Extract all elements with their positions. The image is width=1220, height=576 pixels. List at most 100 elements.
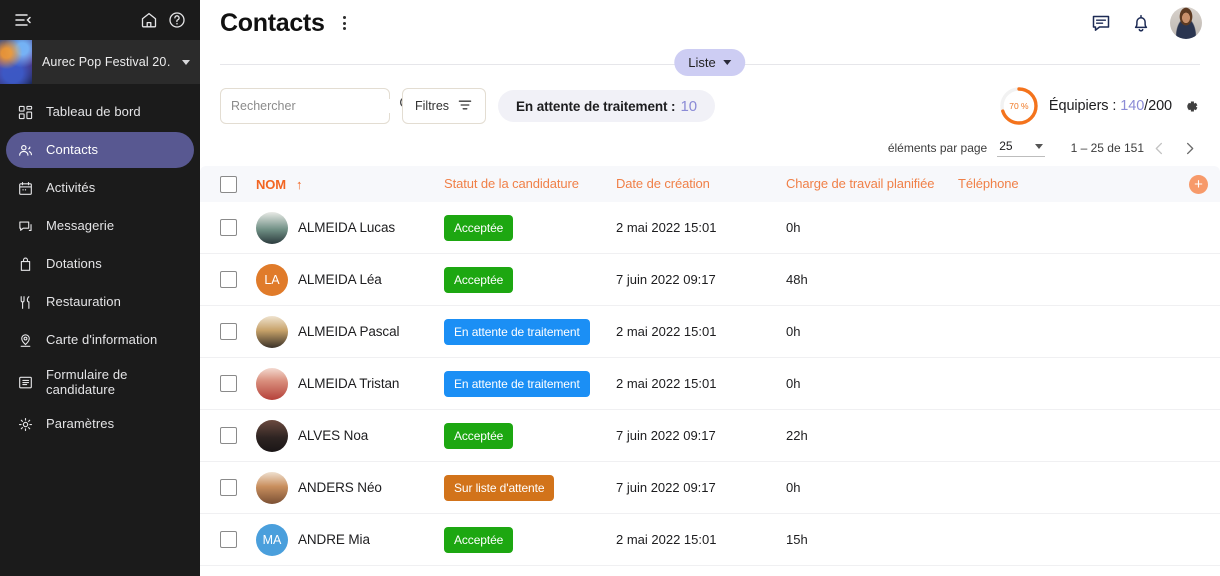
chevron-right-icon[interactable] [1174,133,1204,163]
contact-name: ANDRE Mia [298,532,370,547]
status-badge[interactable]: Acceptée [444,266,514,293]
sidebar-top-bar [0,0,200,40]
sidebar-item-dotations[interactable]: Dotations [6,246,194,282]
cell-date: 7 juin 2022 09:17 [616,272,716,287]
table-row[interactable]: ALMEIDA Pascal En attente de traitement … [200,306,1220,358]
home-icon[interactable] [140,11,158,29]
column-label-statut: Statut de la candidature [444,176,579,191]
page-title: Contacts [220,8,325,37]
equipiers-total: /200 [1144,98,1172,114]
contact-name: ANDERS Néo [298,480,382,495]
status-badge[interactable]: Sur liste d'attente [444,474,555,501]
sidebar-item-restauration[interactable]: Restauration [6,284,194,320]
cutlery-icon [16,295,34,310]
collapse-sidebar-icon[interactable] [14,11,32,29]
cell-nom: ALMEIDA Tristan [256,367,444,400]
page-range-label: 1 – 25 de 151 [1070,141,1144,155]
cell-charge: 0h [786,324,801,339]
row-checkbox[interactable] [220,427,237,444]
main-content: Contacts Liste Rechercher Filtres En att… [200,0,1220,576]
row-checkbox[interactable] [220,531,237,548]
search-box[interactable] [220,88,414,124]
cell-statut: Acceptée [444,214,616,241]
column-header-telephone[interactable]: Téléphone [958,175,1189,193]
chevron-down-icon [723,60,732,65]
column-label-date: Date de création [616,176,710,191]
avatar [256,419,288,452]
chat-icon[interactable] [1090,12,1112,34]
sidebar-item-label: Messagerie [46,218,115,234]
sidebar-item-tableau-de-bord[interactable]: Tableau de bord [6,94,194,130]
equipiers-current: 140 [1120,98,1145,114]
chevron-left-icon[interactable] [1144,133,1174,163]
row-checkbox[interactable] [220,479,237,496]
table-row[interactable]: MA ANDRE Mia Acceptée 2 mai 2022 15:01 15… [200,514,1220,566]
workspace-name: Aurec Pop Festival 20… [42,55,172,69]
select-all-checkbox[interactable] [220,175,237,193]
sidebar-item-carte-dinformation[interactable]: Carte d'information [6,322,194,358]
column-header-statut[interactable]: Statut de la candidature [444,175,616,193]
equipiers-text: Équipiers : 140/200 [1049,98,1172,114]
cell-date: 2 mai 2022 15:01 [616,376,717,391]
bell-icon[interactable] [1130,12,1152,34]
help-circle-icon[interactable] [168,11,186,29]
sidebar-item-formulaire-de-candidature[interactable]: Formulaire de candidature [6,360,194,404]
page-header: Contacts [200,0,1220,46]
sidebar-item-activites[interactable]: Activités [6,170,194,206]
row-checkbox[interactable] [220,219,237,236]
table-row[interactable]: ALVES Noa Acceptée 7 juin 2022 09:17 22h [200,410,1220,462]
cell-nom: ANDERS Néo [256,471,444,504]
gear-icon [16,417,34,432]
table-row[interactable]: LA ALMEIDA Léa Acceptée 7 juin 2022 09:17… [200,254,1220,306]
equipiers-summary: 70 % Équipiers : 140/200 [998,85,1200,127]
cell-statut: En attente de traitement [444,318,616,345]
row-select-cell [220,271,256,288]
dashboard-icon [16,105,34,120]
row-checkbox[interactable] [220,323,237,340]
column-header-nom[interactable]: NOM ↑ [256,177,444,192]
table-row[interactable]: ALMEIDA Tristan En attente de traitement… [200,358,1220,410]
status-badge[interactable]: En attente de traitement [444,318,590,345]
row-select-cell [220,323,256,340]
bag-icon [16,256,34,272]
workspace-switcher[interactable]: Aurec Pop Festival 20… [0,40,200,84]
row-checkbox[interactable] [220,375,237,392]
status-badge[interactable]: En attente de traitement [444,370,590,397]
status-badge[interactable]: Acceptée [444,214,514,241]
avatar [256,211,288,244]
row-checkbox[interactable] [220,271,237,288]
gear-icon[interactable] [1181,97,1200,116]
filter-icon [457,97,473,116]
sidebar-item-label: Contacts [46,142,99,158]
sidebar-item-label: Formulaire de candidature [46,366,128,397]
status-badge[interactable]: Acceptée [444,422,514,449]
contact-name: ALMEIDA Pascal [298,324,400,339]
pending-filter-badge[interactable]: En attente de traitement : 10 [498,90,715,122]
table-row[interactable]: ALMEIDA Lucas Acceptée 2 mai 2022 15:01 … [200,202,1220,254]
avatar[interactable] [1170,7,1202,39]
more-vertical-icon[interactable] [339,12,350,34]
cell-statut: Sur liste d'attente [444,474,616,501]
table-row[interactable]: ANDERS Néo Sur liste d'attente 7 juin 20… [200,462,1220,514]
column-header-charge[interactable]: Charge de travail planifiée [786,175,958,193]
sidebar-item-contacts[interactable]: Contacts [6,132,194,168]
app-root: Aurec Pop Festival 20… Tableau de bord C… [0,0,1220,576]
sidebar-item-messagerie[interactable]: Messagerie [6,208,194,244]
view-switch-liste[interactable]: Liste [674,49,746,76]
filters-button[interactable]: Filtres [402,88,487,124]
status-badge[interactable]: Acceptée [444,526,514,553]
add-column-button[interactable]: + [1189,174,1208,194]
per-page-select[interactable]: 25 [997,139,1045,157]
cell-charge: 0h [786,220,801,235]
cell-nom: MA ANDRE Mia [256,523,444,556]
search-input[interactable] [231,99,392,113]
progress-percent-label: 70 % [1009,101,1029,111]
cell-charge: 0h [786,480,801,495]
row-select-cell [220,219,256,236]
chevron-down-icon[interactable] [182,59,190,65]
column-header-date[interactable]: Date de création [616,175,786,193]
cell-charge: 15h [786,532,808,547]
table-body: ALMEIDA Lucas Acceptée 2 mai 2022 15:01 … [200,202,1220,566]
sidebar-item-parametres[interactable]: Paramètres [6,406,194,442]
sidebar: Aurec Pop Festival 20… Tableau de bord C… [0,0,200,576]
